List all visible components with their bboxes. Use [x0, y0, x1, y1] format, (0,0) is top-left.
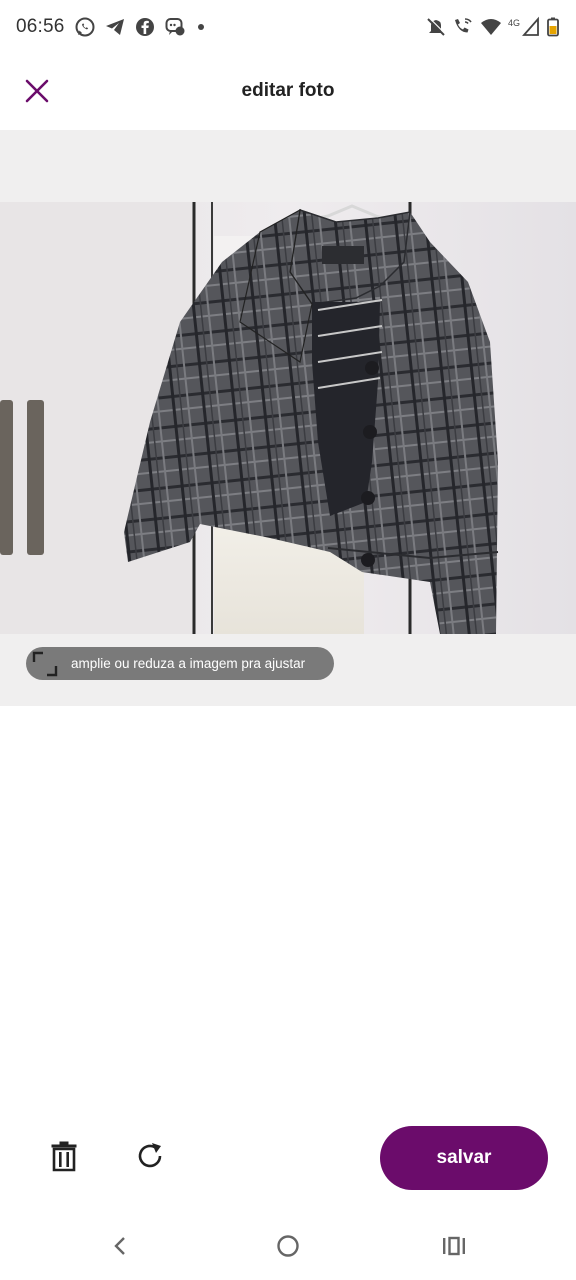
signal-icon: [522, 16, 540, 43]
status-bar: 06:56 4G: [0, 0, 576, 56]
rotate-button[interactable]: [128, 1136, 172, 1180]
photo-canvas[interactable]: [0, 202, 576, 634]
status-time: 06:56: [16, 16, 65, 37]
resize-hint[interactable]: amplie ou reduza a imagem pra ajustar: [26, 647, 334, 680]
system-icons: 4G: [426, 16, 560, 43]
photo-editor: amplie ou reduza a imagem pra ajustar: [0, 130, 576, 706]
home-button[interactable]: [268, 1230, 308, 1266]
home-icon: [275, 1233, 301, 1264]
facebook-icon: [134, 16, 156, 38]
whatsapp-icon: [74, 16, 96, 38]
wifi-icon: [480, 16, 502, 43]
mute-icon: [426, 16, 446, 43]
network-type: 4G: [507, 17, 520, 28]
resize-hint-text: amplie ou reduza a imagem pra ajustar: [71, 656, 306, 671]
messenger-icon: [164, 16, 186, 38]
trash-icon: [50, 1140, 78, 1177]
recents-icon: [441, 1234, 467, 1263]
telegram-icon: [104, 16, 126, 38]
dot-icon: [194, 16, 208, 38]
save-button[interactable]: salvar: [380, 1126, 548, 1190]
back-button[interactable]: [101, 1230, 141, 1266]
resize-icon: [28, 647, 62, 680]
navigation-bar: [0, 1216, 576, 1280]
recents-button[interactable]: [434, 1230, 474, 1266]
delete-button[interactable]: [44, 1136, 84, 1180]
rotate-icon: [134, 1140, 166, 1177]
page-title: editar foto: [241, 80, 335, 101]
notification-icons: [74, 16, 208, 38]
app-bar: editar foto: [0, 56, 576, 130]
back-icon: [111, 1234, 131, 1263]
battery-icon: [546, 16, 560, 43]
wifi-call-icon: [452, 16, 474, 43]
plaid-jacket-photo: [0, 202, 576, 634]
